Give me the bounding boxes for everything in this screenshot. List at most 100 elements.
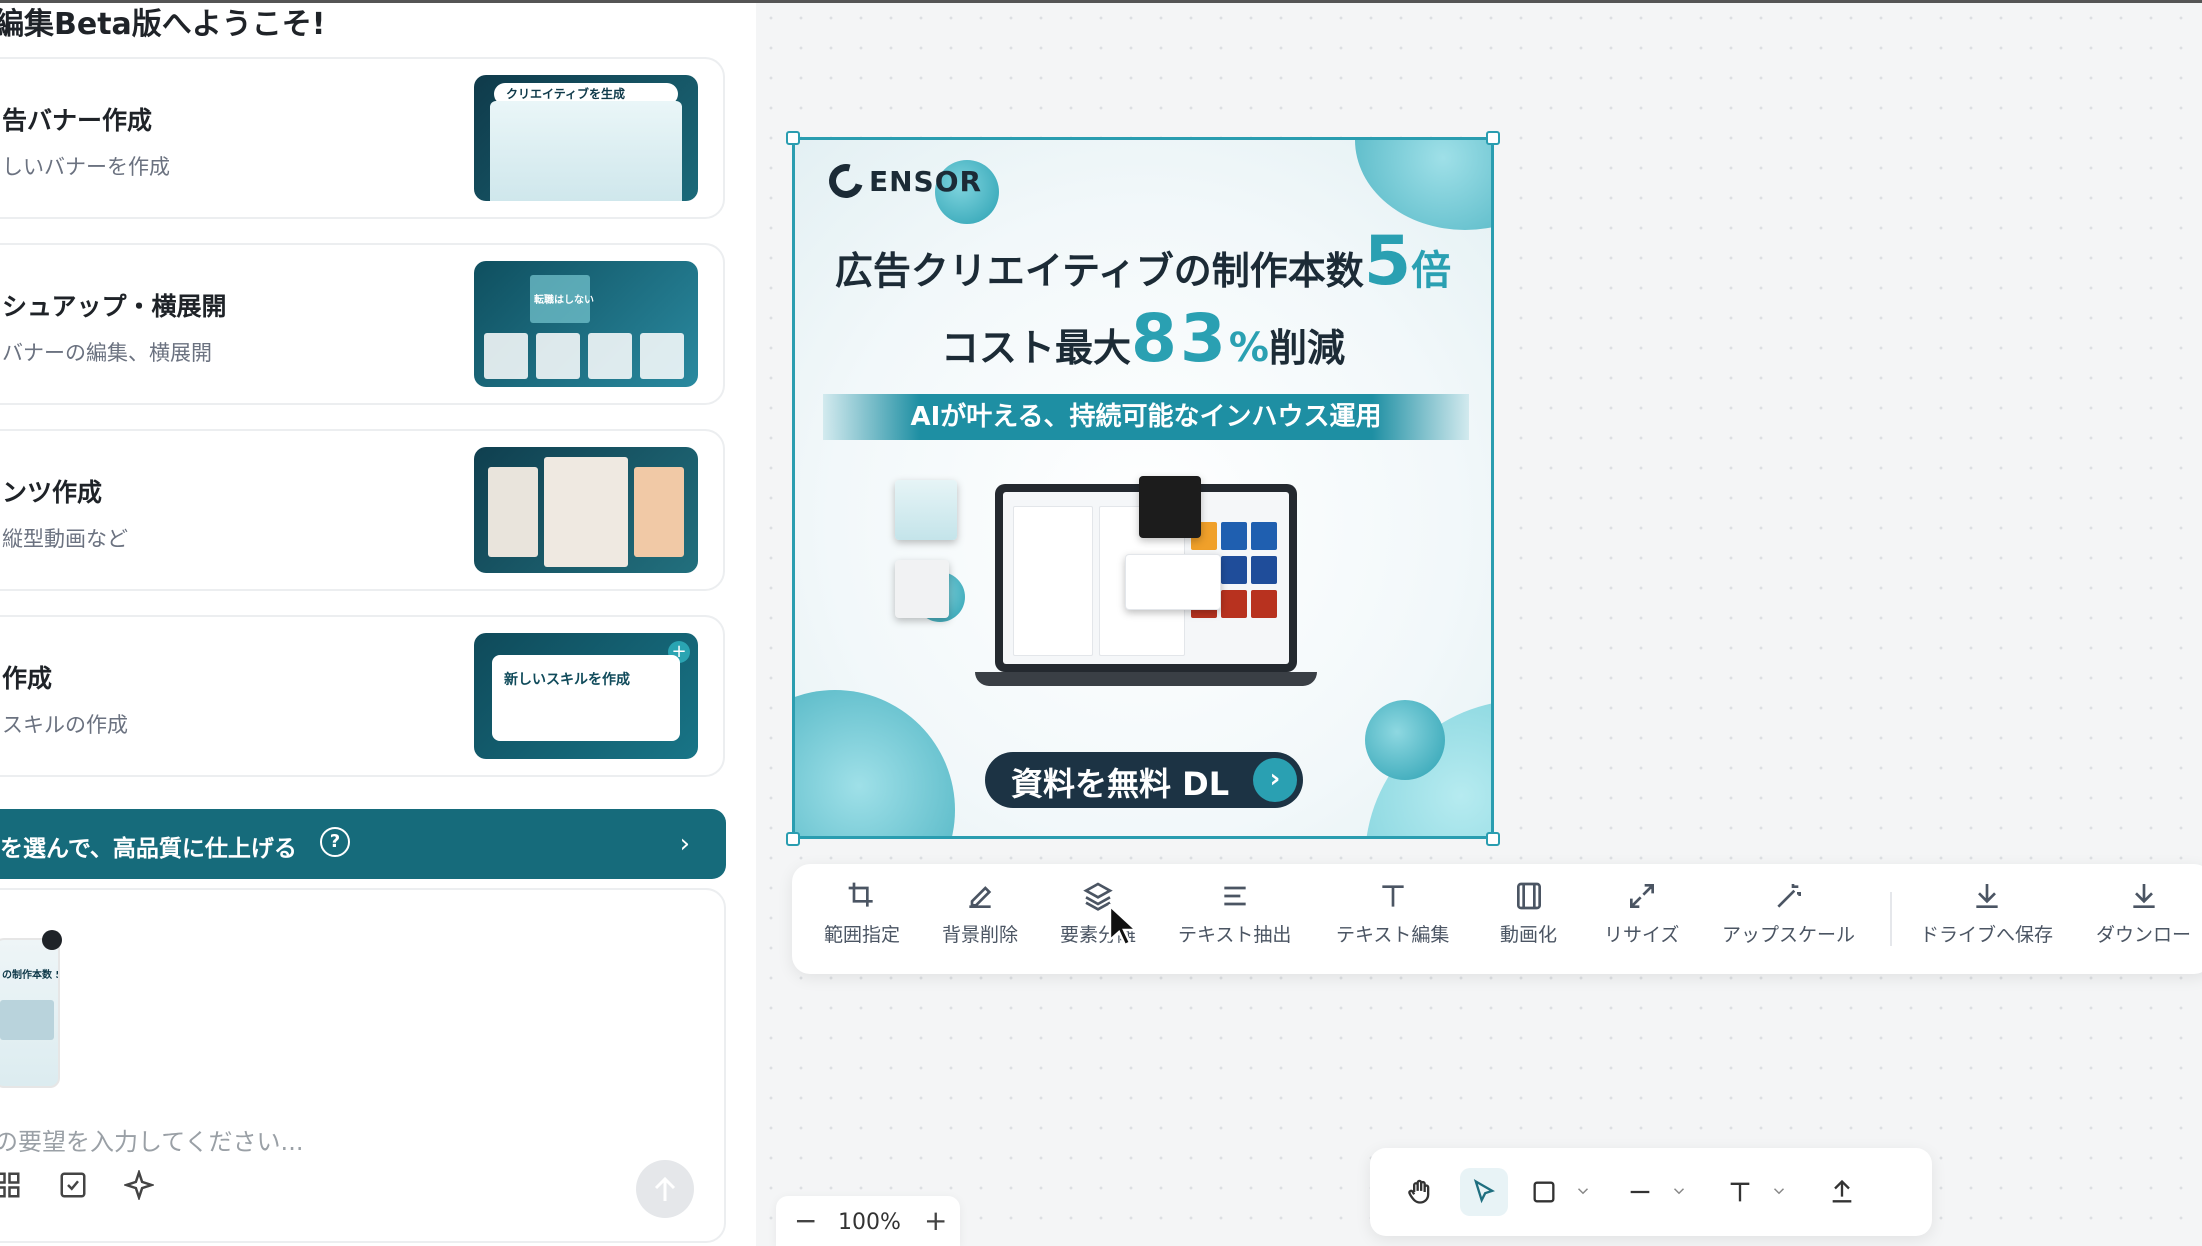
chevron-right-icon: › [1253, 758, 1297, 802]
tool-label: アップスケール [1722, 924, 1856, 946]
zoom-control: − 100% + [776, 1196, 960, 1246]
thumbnail-label: 新しいスキルを作成 [504, 672, 630, 688]
decor-bubble [795, 690, 955, 836]
card-thumbnail: + 新しいスキルを作成 [474, 633, 698, 759]
tool-label: リサイズ [1604, 924, 1680, 946]
welcome-title: 編集Beta版へようこそ! [0, 7, 326, 42]
image-toolbar: 範囲指定 背景削除 要素分離 テキスト抽出 テキスト編集 動画化 リサイズ アッ… [792, 864, 2202, 974]
floating-card [895, 560, 949, 618]
ribbon-text: AIが叶える、持続可能なインハウス運用 [910, 402, 1382, 432]
cta-button: 資料を無料 DL › [985, 752, 1303, 808]
line-tool-button[interactable] [1616, 1168, 1664, 1216]
tool-label: 範囲指定 [824, 924, 901, 946]
headline2-number: 83 [1131, 300, 1229, 377]
brand-name: ENSOR [869, 164, 983, 198]
ad-ribbon: AIが叶える、持続可能なインハウス運用 [823, 394, 1469, 440]
zoom-in-button[interactable]: + [924, 1204, 947, 1237]
attached-image-caption: の制作本数 5倍 [2, 970, 58, 981]
sparkle-icon[interactable] [124, 1170, 154, 1200]
resize-handle-top-right[interactable] [1486, 131, 1500, 145]
resize-handle-bottom-right[interactable] [1486, 832, 1500, 846]
tool-label: 背景削除 [942, 924, 1019, 946]
rectangle-tool-button[interactable] [1520, 1168, 1568, 1216]
tool-remove-background[interactable]: 背景削除 [942, 880, 1018, 947]
card-subtitle: しいバナーを作成 [2, 155, 170, 179]
ad-banner-image[interactable]: ENSOR 広告クリエイティブの制作本数5倍 コスト最大83%削減 AIが叶える… [792, 137, 1494, 839]
brand-logo: ENSOR [822, 157, 983, 205]
card-subtitle: スキルの作成 [2, 713, 128, 737]
help-icon[interactable]: ? [320, 827, 350, 857]
card-title: 作成 [2, 664, 53, 693]
card-thumbnail: クリエイティブを生成 [474, 75, 698, 201]
chevron-right-icon: › [679, 829, 690, 859]
resize-icon [1629, 884, 1654, 908]
chevron-down-icon[interactable] [1670, 1182, 1688, 1200]
tool-upscale[interactable]: アップスケール [1722, 880, 1855, 947]
select-tool-button[interactable] [1460, 1168, 1508, 1216]
floating-card [1139, 476, 1201, 538]
card-title: ンツ作成 [2, 478, 103, 507]
card-title: 告バナー作成 [2, 106, 153, 135]
ad-headline-1: 広告クリエイティブの制作本数5倍 [795, 222, 1491, 301]
chat-input[interactable]: の要望を入力してください... [0, 1122, 303, 1157]
attached-image-thumbnail[interactable]: の制作本数 5倍 [0, 938, 60, 1088]
card-content-create[interactable]: ンツ作成 縦型動画など [0, 429, 725, 591]
chat-input-box: の制作本数 5倍 の要望を入力してください... [0, 888, 726, 1243]
hand-tool-button[interactable] [1396, 1168, 1444, 1216]
tool-save-drive[interactable]: ドライブへ保存 [1920, 880, 2053, 947]
card-title: シュアップ・横展開 [2, 292, 227, 321]
send-button[interactable] [636, 1160, 694, 1218]
card-thumbnail [474, 447, 698, 573]
card-banner-create[interactable]: 告バナー作成 しいバナーを作成 クリエイティブを生成 [0, 57, 725, 219]
headline2-suffix: 削減 [1268, 326, 1345, 370]
rectangle-icon [1533, 1181, 1555, 1203]
floating-card [895, 480, 957, 540]
video-frame-icon [1516, 882, 1541, 910]
grid-icon[interactable] [0, 1170, 22, 1200]
crop-icon [848, 882, 873, 907]
thumbnail-label: 転職はしない [534, 295, 594, 306]
chevron-down-icon[interactable] [1770, 1182, 1788, 1200]
quality-finish-bar[interactable]: を選んで、高品質に仕上げる ? › [0, 809, 726, 879]
text-lines-icon [1224, 886, 1246, 906]
card-skill-create[interactable]: 作成 スキルの作成 + 新しいスキルを作成 [0, 615, 725, 777]
zoom-out-button[interactable]: − [794, 1204, 817, 1237]
toolbar-separator [1890, 892, 1892, 946]
card-brushup[interactable]: シュアップ・横展開 バナーの編集、横展開 転職はしない [0, 243, 725, 405]
chevron-down-icon[interactable] [1574, 1182, 1592, 1200]
remove-attachment-icon[interactable] [42, 930, 62, 950]
pointer-icon [1473, 1179, 1496, 1204]
ad-headline-2: コスト最大83%削減 [795, 300, 1491, 377]
upload-button[interactable] [1818, 1168, 1866, 1216]
canvas-tools [1370, 1148, 1932, 1236]
tool-label: テキスト編集 [1336, 924, 1450, 946]
tool-animate[interactable]: 動画化 [1500, 880, 1557, 947]
tool-extract-text[interactable]: テキスト抽出 [1178, 880, 1291, 947]
tool-range-select[interactable]: 範囲指定 [824, 880, 900, 947]
quality-finish-text: を選んで、高品質に仕上げる [0, 836, 297, 862]
card-subtitle: 縦型動画など [2, 527, 128, 551]
headline2-prefix: コスト最大 [941, 326, 1132, 370]
tool-label: ドライブへ保存 [1920, 924, 2054, 946]
text-tool-button[interactable] [1716, 1168, 1764, 1216]
tool-resize[interactable]: リサイズ [1604, 880, 1679, 947]
card-thumbnail: 転職はしない [474, 261, 698, 387]
resize-handle-top-left[interactable] [786, 131, 800, 145]
card-subtitle: バナーの編集、横展開 [2, 341, 212, 365]
decor-bubble [1355, 140, 1491, 230]
left-panel: 編集Beta版へようこそ! 告バナー作成 しいバナーを作成 クリエイティブを生成… [0, 3, 756, 1246]
magic-wand-icon [1776, 884, 1801, 908]
ensor-logo-icon [822, 157, 870, 205]
laptop-base [975, 672, 1317, 686]
download-icon [2132, 884, 2155, 908]
resize-handle-bottom-left[interactable] [786, 832, 800, 846]
checkbox-icon[interactable] [58, 1170, 88, 1200]
tool-download[interactable]: ダウンロー [2096, 880, 2191, 947]
zoom-level: 100% [838, 1210, 901, 1235]
cta-text: 資料を無料 DL [1011, 765, 1230, 803]
download-icon [1975, 884, 1998, 908]
decor-bubble [1365, 700, 1445, 780]
upload-icon [1832, 1179, 1852, 1203]
tool-edit-text[interactable]: テキスト編集 [1336, 880, 1449, 947]
arrow-up-icon [654, 1176, 676, 1201]
